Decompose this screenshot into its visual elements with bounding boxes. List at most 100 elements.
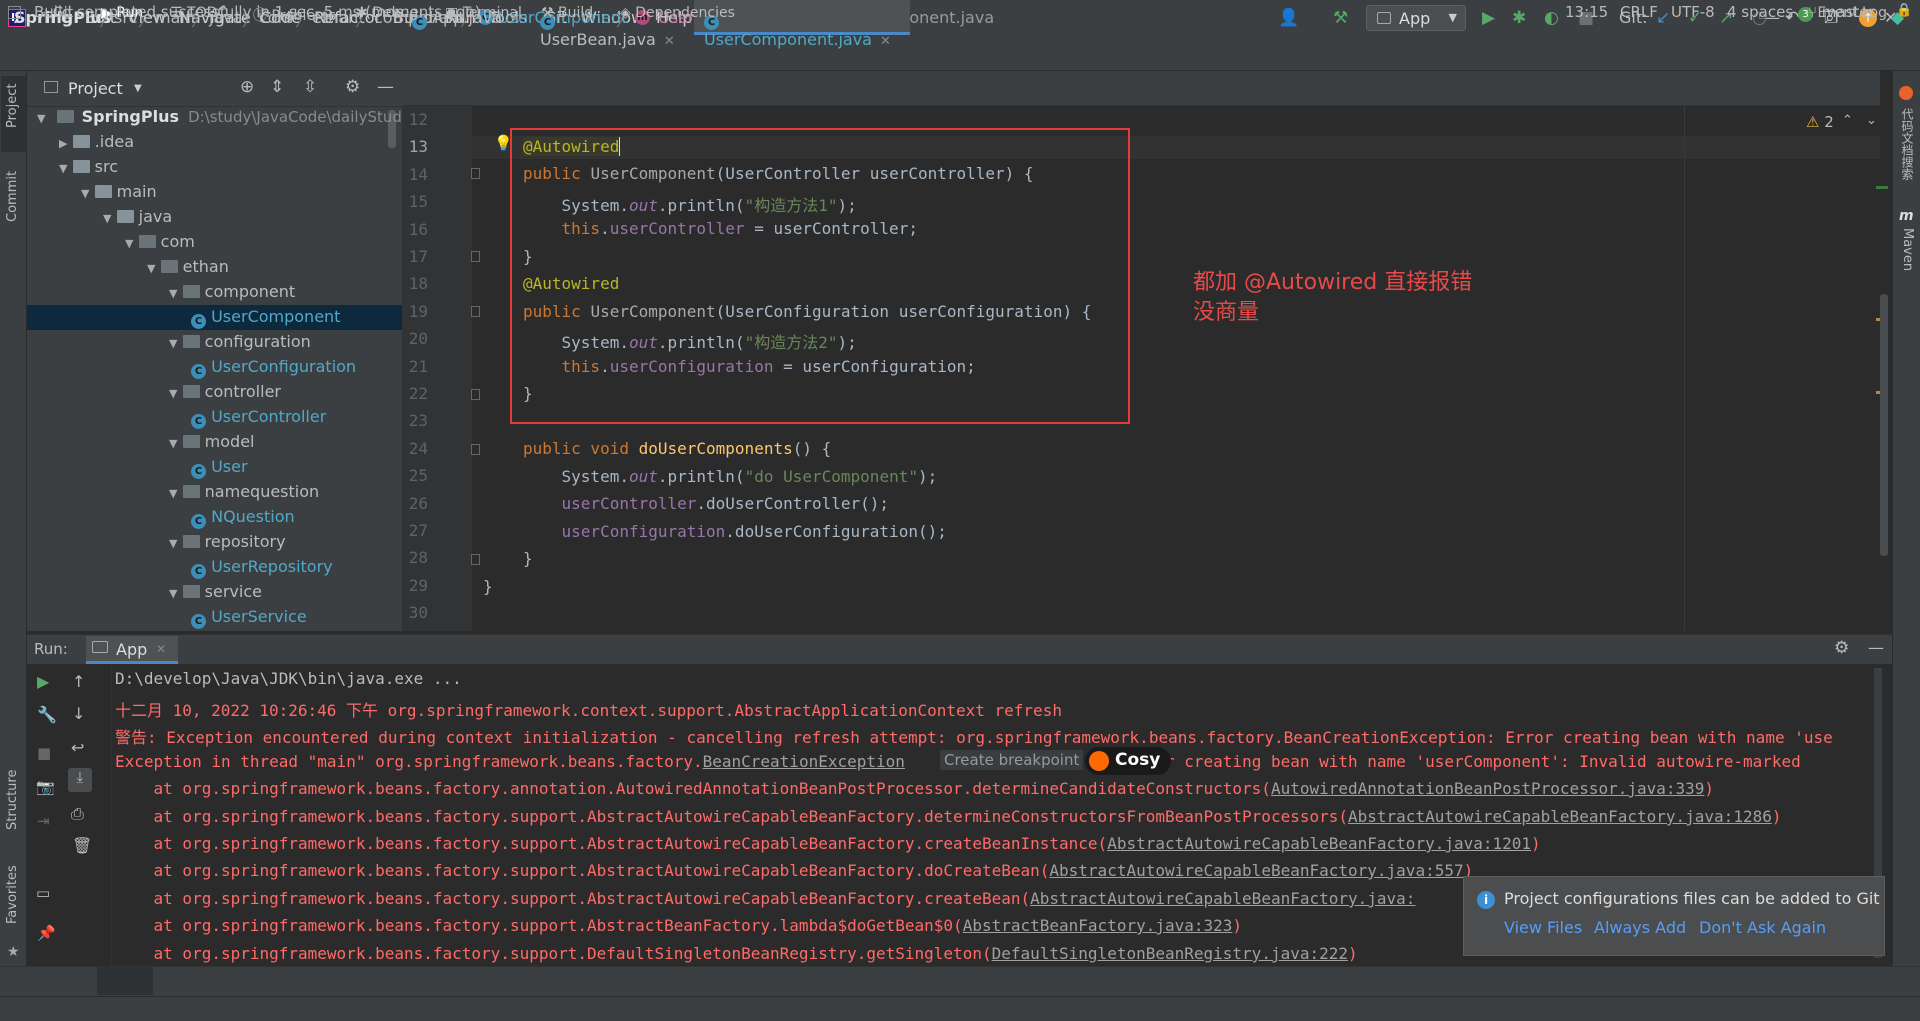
code-search-tool-tab[interactable]: 代码文档搜索 [1900, 108, 1914, 180]
tool-window-dependencies[interactable]: ◈ Dependencies [620, 5, 735, 21]
maven-tool-tab[interactable]: Maven [1900, 228, 1915, 271]
tree-item[interactable]: C UserRepository [191, 557, 333, 582]
console-link[interactable]: DefaultSingletonBeanRegistry.java:222 [992, 944, 1348, 963]
project-tool-tab[interactable]: Project [5, 84, 20, 128]
chevron-down-icon[interactable]: ▼ [169, 387, 177, 400]
chevron-up-icon[interactable]: ⌃ [1842, 113, 1853, 128]
tree-item[interactable]: ▼ repository [169, 532, 286, 557]
close-icon[interactable]: ✕ [880, 34, 891, 49]
chevron-down-icon[interactable]: ▼ [147, 262, 155, 275]
run-configuration-select[interactable]: App ▼ [1366, 5, 1466, 31]
expand-all-icon[interactable]: ⇕ [270, 77, 284, 97]
tree-item[interactable]: ▼ ethan [147, 257, 229, 282]
collapse-all-icon[interactable]: ⇳ [303, 77, 317, 97]
run-tab-app[interactable]: App ✕ [86, 636, 178, 664]
camera-icon[interactable]: 📷 [36, 778, 55, 796]
console-link[interactable]: AbstractAutowireCapableBeanFactory.java:… [1107, 834, 1531, 853]
always-add-link[interactable]: Always Add [1594, 918, 1686, 937]
chevron-down-icon[interactable]: ▼ [169, 337, 177, 350]
tree-item[interactable]: C UserComponent [191, 307, 340, 332]
tree-item[interactable]: C UserConfiguration [191, 357, 356, 382]
stripe-marker[interactable] [1876, 186, 1888, 189]
close-icon[interactable]: ✕ [664, 34, 675, 49]
favorites-tool-tab[interactable]: Favorites [5, 865, 20, 924]
status-message[interactable]: Build completed successfully in 1 sec, 5… [34, 3, 481, 21]
tree-item[interactable]: ▼ component [169, 282, 295, 307]
fold-marker-icon[interactable] [471, 444, 480, 455]
lock-icon[interactable]: 🔒 [1896, 3, 1912, 18]
chevron-down-icon[interactable]: ▼ [169, 587, 177, 600]
tree-item[interactable]: ▼ src [59, 157, 118, 182]
fold-marker-icon[interactable] [471, 168, 480, 179]
editor-scrollbar[interactable] [1880, 294, 1888, 556]
cosy-badge[interactable]: Cosy [1085, 747, 1171, 775]
tree-item[interactable]: ▼ com [125, 232, 195, 257]
rerun-icon[interactable]: ▶ [37, 672, 49, 691]
commit-tool-tab[interactable]: Commit [5, 171, 20, 222]
tool-window-build[interactable]: ⚒ Build [541, 5, 593, 21]
project-panel-title[interactable]: Project [68, 79, 123, 98]
close-icon[interactable]: ✕ [156, 642, 166, 656]
tree-item[interactable]: C NQuestion [191, 507, 295, 532]
fold-marker-icon[interactable] [471, 389, 480, 400]
caret-position[interactable]: 13:15 [1565, 3, 1608, 21]
status-toggle-icon[interactable] [8, 6, 21, 19]
arrow-up-icon[interactable]: ↑ [72, 672, 85, 691]
tree-item[interactable]: C UserController [191, 407, 326, 432]
chevron-down-icon[interactable]: ▼ [103, 212, 111, 225]
tree-item[interactable]: ▼ configuration [169, 332, 311, 357]
chevron-down-icon[interactable]: ▼ [125, 237, 133, 250]
tree-item[interactable]: ▼ java [103, 207, 172, 232]
print-icon[interactable]: ⎙ [71, 804, 84, 824]
tree-item[interactable]: ▶ .idea [59, 132, 134, 157]
coverage-icon[interactable]: ◐ [1544, 8, 1559, 28]
tree-item[interactable]: C User [191, 457, 248, 482]
locate-icon[interactable]: ⊕ [240, 77, 254, 97]
fold-marker-icon[interactable] [471, 306, 480, 317]
tree-root[interactable]: ▼ SpringPlus D:\study\JavaCode\dailyStud… [37, 107, 425, 132]
scroll-to-end-icon[interactable]: ⤓ [68, 768, 92, 792]
build-hammer-icon[interactable]: ⚒ [1333, 8, 1348, 28]
hide-panel-icon[interactable]: — [1868, 638, 1884, 657]
hide-panel-icon[interactable]: — [377, 77, 394, 97]
console-link[interactable]: AbstractAutowireCapableBeanFactory.java:… [1049, 861, 1463, 880]
console-link[interactable]: BeanCreationException [703, 752, 905, 771]
layout-icon[interactable]: ▭ [36, 884, 50, 902]
chevron-down-icon[interactable]: ▼ [59, 162, 67, 175]
file-encoding[interactable]: UTF-8 [1671, 3, 1715, 21]
chevron-down-icon[interactable]: ▼ [169, 437, 177, 450]
chevron-right-icon[interactable]: ▶ [59, 137, 67, 150]
fold-marker-icon[interactable] [471, 251, 480, 262]
line-separator[interactable]: CRLF [1620, 3, 1658, 21]
gear-icon[interactable]: ⚙ [1834, 638, 1849, 658]
git-branch-widget[interactable]: ⑂ master [1808, 3, 1875, 21]
gear-icon[interactable]: ⚙ [345, 77, 360, 97]
user-icon[interactable]: 👤 [1278, 8, 1299, 28]
view-files-link[interactable]: View Files [1504, 918, 1582, 937]
chevron-down-icon[interactable]: ▼ [134, 83, 142, 94]
structure-tool-tab[interactable]: Structure [5, 770, 20, 830]
indent-setting[interactable]: 4 spaces [1727, 3, 1793, 21]
wrench-icon[interactable]: 🔧 [37, 705, 57, 724]
tree-item[interactable]: ▼ service [169, 582, 262, 607]
trash-icon[interactable]: 🗑 [72, 836, 92, 855]
chevron-down-icon[interactable]: ▼ [81, 187, 89, 200]
chevron-down-icon[interactable]: ▼ [169, 537, 177, 550]
debug-icon[interactable]: ✱ [1512, 8, 1526, 28]
chevron-down-icon[interactable]: ⌄ [1866, 113, 1877, 128]
dont-ask-again-link[interactable]: Don't Ask Again [1699, 918, 1826, 937]
arrow-down-icon[interactable]: ↓ [72, 704, 85, 723]
console-link[interactable]: AbstractAutowireCapableBeanFactory.java: [1030, 889, 1415, 908]
stop-icon[interactable]: ■ [37, 744, 51, 762]
warning-indicator[interactable]: ⚠ 2 [1806, 113, 1834, 131]
console-link[interactable]: AbstractBeanFactory.java:323 [963, 916, 1233, 935]
git-update-icon[interactable]: ↙ [1656, 8, 1670, 28]
fold-marker-icon[interactable] [471, 554, 480, 565]
soft-wrap-icon[interactable]: ↩ [71, 738, 84, 757]
chevron-down-icon[interactable]: ▼ [169, 287, 177, 300]
console-link[interactable]: AutowiredAnnotationBeanPostProcessor.jav… [1271, 779, 1704, 798]
exit-icon[interactable]: ⇥ [37, 812, 50, 830]
tree-item[interactable]: ▼ model [169, 432, 254, 457]
run-icon[interactable]: ▶ [1482, 8, 1495, 28]
pin-icon[interactable]: 📌 [37, 924, 56, 942]
